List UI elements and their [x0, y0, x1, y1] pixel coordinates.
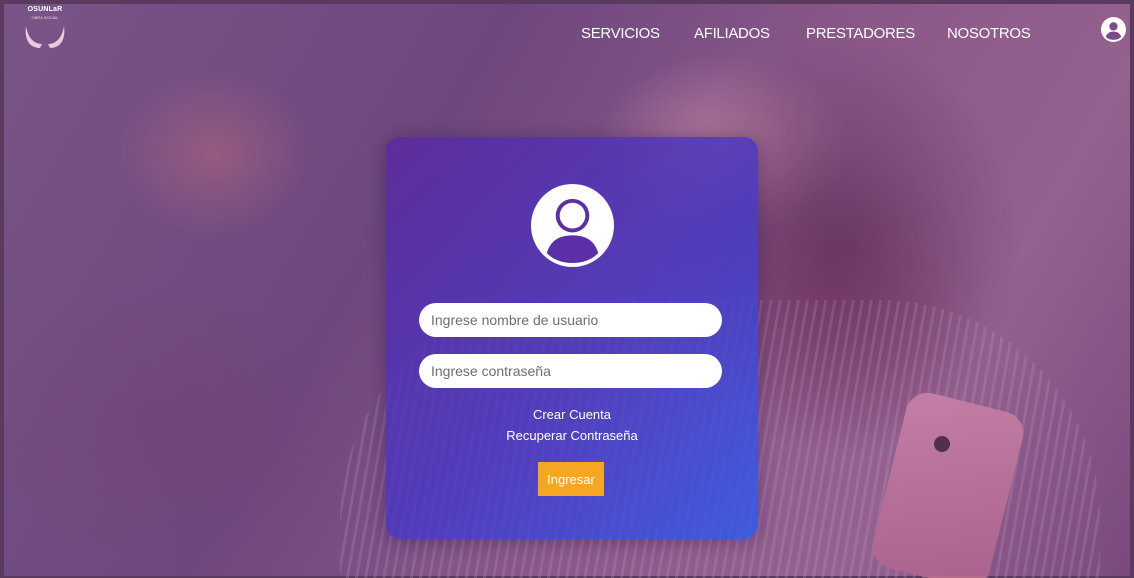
nav-afiliados[interactable]: AFILIADOS — [694, 25, 770, 45]
nav-nosotros[interactable]: NOSOTROS — [947, 25, 1031, 45]
create-account-link[interactable]: Crear Cuenta — [386, 407, 758, 422]
brand-logo[interactable]: OSUNLaR OBRA SOCIAL — [20, 6, 70, 50]
nav-servicios[interactable]: SERVICIOS — [581, 25, 660, 45]
nav-prestadores[interactable]: PRESTADORES — [806, 25, 915, 45]
brand-name: OSUNLaR — [27, 6, 63, 13]
recover-password-link[interactable]: Recuperar Contraseña — [386, 428, 758, 443]
user-avatar-icon — [531, 184, 614, 267]
username-input[interactable] — [419, 303, 722, 337]
password-input[interactable] — [419, 354, 722, 388]
hands-logo-icon — [25, 26, 65, 48]
login-button[interactable]: Ingresar — [538, 462, 604, 496]
user-circle-icon[interactable] — [1101, 17, 1126, 42]
page: OSUNLaR OBRA SOCIAL SERVICIOS AFILIADOS … — [0, 0, 1134, 578]
